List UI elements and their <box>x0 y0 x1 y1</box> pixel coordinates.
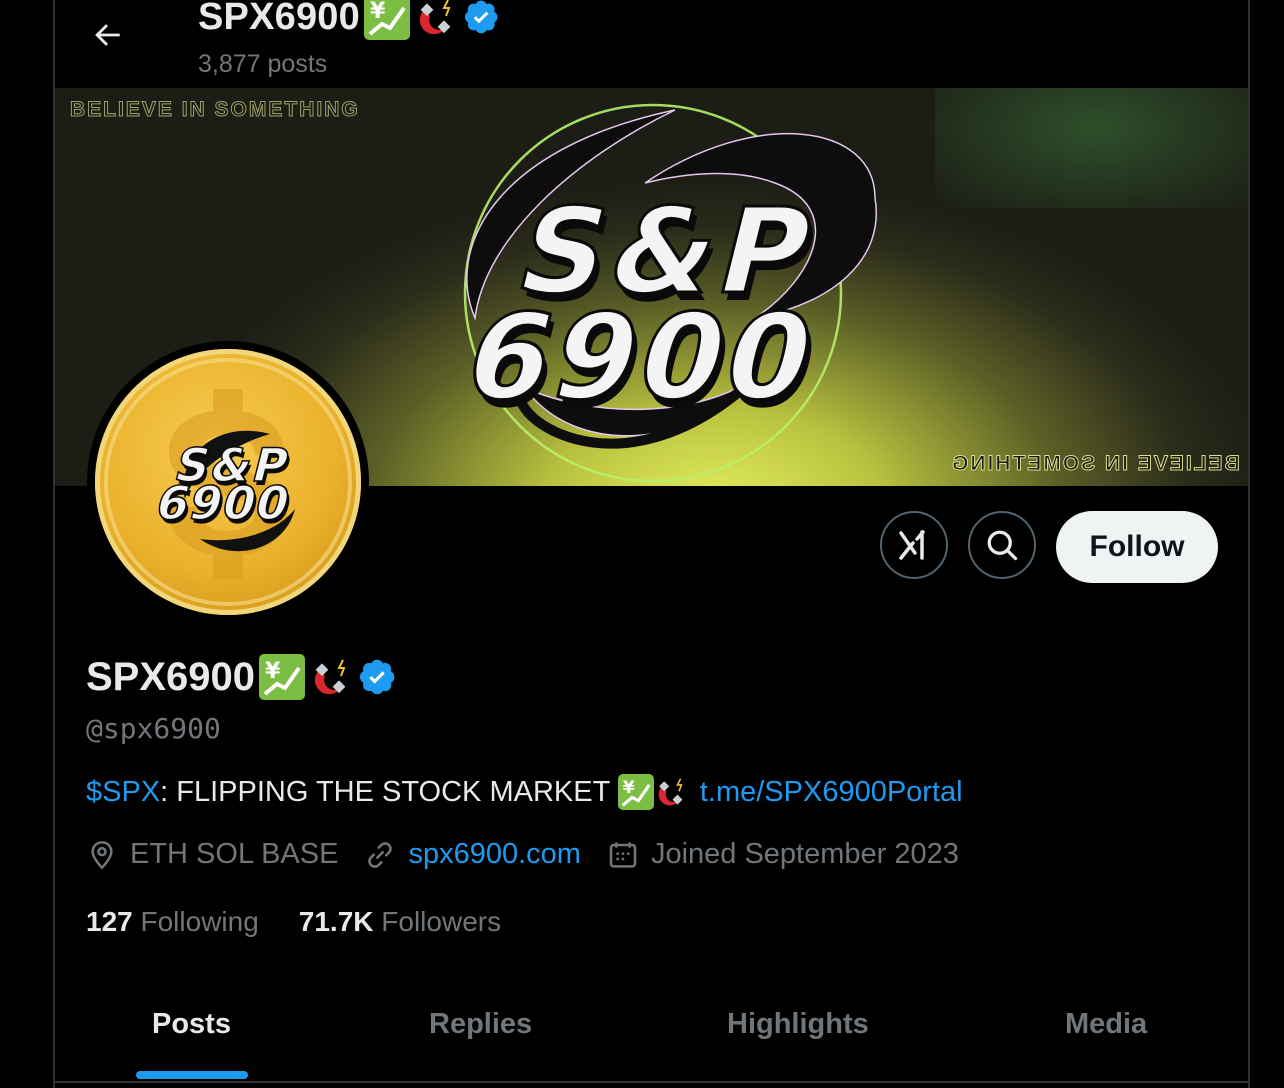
joined-text: Joined September 2023 <box>650 838 959 870</box>
banner-logo-text: S&P 6900 <box>451 181 833 428</box>
header-title: SPX6900 ¥ <box>198 0 500 40</box>
followers-label: Followers <box>381 906 502 937</box>
location-pin-icon <box>91 840 113 869</box>
avatar-logo-text: S&P 6900 <box>150 437 297 530</box>
search-profile-button[interactable] <box>968 511 1036 579</box>
avatar-coin: S&P 6900 <box>95 349 361 615</box>
search-icon <box>987 530 1018 561</box>
grok-button[interactable] <box>880 511 948 579</box>
display-name: SPX6900 <box>86 654 256 699</box>
following-count: 127 <box>86 906 133 937</box>
header-posts-count: 3,877 posts <box>198 50 328 78</box>
banner-tagline-bottom: BELIEVE IN SOMETHING <box>950 452 1241 476</box>
tab-highlights[interactable]: Highlights <box>727 1008 869 1041</box>
profile-bio: $SPX : FLIPPING THE STOCK MARKET ¥ t.me/… <box>86 774 963 810</box>
grok-icon <box>899 530 925 560</box>
back-button[interactable] <box>86 14 128 56</box>
tab-posts[interactable]: Posts <box>152 1008 231 1041</box>
svg-text:¥: ¥ <box>370 0 386 24</box>
tabs-divider <box>55 1081 1248 1083</box>
bio-telegram-link[interactable]: t.me/SPX6900Portal <box>700 776 963 809</box>
following-label: Following <box>140 906 259 937</box>
chart-yen-emoji-icon: ¥ <box>259 654 306 700</box>
follow-button[interactable]: Follow <box>1056 511 1218 583</box>
magnet-emoji-icon <box>654 774 690 810</box>
verified-badge-icon[interactable] <box>359 658 397 696</box>
follow-counts: 127 Following 71.7K Followers <box>86 906 541 938</box>
header-name: SPX6900 <box>198 0 360 38</box>
following-link[interactable]: 127 Following <box>86 906 259 938</box>
profile-handle: @spx6900 <box>86 712 221 745</box>
followers-link[interactable]: 71.7K Followers <box>299 906 501 938</box>
tab-media[interactable]: Media <box>1065 1008 1147 1041</box>
active-tab-indicator <box>136 1071 248 1079</box>
website-item: spx6900.com <box>364 838 581 871</box>
avatar[interactable]: S&P 6900 <box>87 341 369 623</box>
chart-yen-emoji-icon: ¥ <box>617 774 654 810</box>
website-link[interactable]: spx6900.com <box>408 838 581 871</box>
tab-replies[interactable]: Replies <box>429 1008 532 1041</box>
profile-meta: ETH SOL BASE spx6900.com Joined Septembe… <box>86 838 985 871</box>
bio-cashtag-link[interactable]: $SPX <box>86 776 160 809</box>
bio-text: : FLIPPING THE STOCK MARKET <box>160 775 618 808</box>
banner-tagline-top: BELIEVE IN SOMETHING <box>70 98 360 122</box>
magnet-emoji-icon <box>414 0 460 40</box>
display-name-row: SPX6900 ¥ <box>86 654 397 700</box>
calendar-icon <box>609 841 637 868</box>
chart-yen-emoji-icon: ¥ <box>363 0 410 40</box>
link-icon <box>368 841 393 868</box>
location-item: ETH SOL BASE <box>86 838 338 871</box>
joined-item: Joined September 2023 <box>607 838 959 871</box>
svg-text:¥: ¥ <box>265 659 281 684</box>
followers-count: 71.7K <box>298 906 374 937</box>
location-text: ETH SOL BASE <box>130 838 339 870</box>
svg-text:¥: ¥ <box>623 778 635 798</box>
magnet-emoji-icon <box>309 654 355 700</box>
arrow-left-icon <box>95 24 120 46</box>
verified-badge-icon <box>464 0 498 34</box>
